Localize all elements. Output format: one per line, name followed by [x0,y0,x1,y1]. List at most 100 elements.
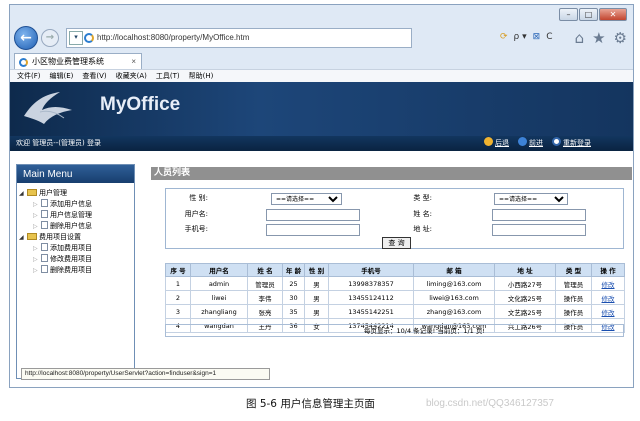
table-cell: 小西路27号 [494,276,556,291]
search-form: 性 别: ==请选择== 类 型: ==请选择== 用户名: 姓 名: 手机号:… [165,188,624,249]
tree-item-add-fee[interactable]: ▷ 添加费用项目 [19,243,134,254]
table-cell: 操作员 [555,290,592,305]
document-icon [41,221,48,229]
address-label: 地 址: [413,225,432,233]
phone-input[interactable] [266,224,360,236]
document-icon [41,254,48,262]
edit-link[interactable]: 修改 [602,309,615,317]
relogin-icon [552,137,561,146]
nav-links: 后退 前进 重新登录 [484,136,591,151]
minimize-button[interactable]: – [559,8,578,21]
search-icon[interactable]: ρ ▾ [514,32,527,42]
menu-edit[interactable]: 编辑(E) [50,70,74,82]
table-cell: liwei@163.com [413,290,495,305]
column-header: 手机号 [328,263,414,277]
table-cell: 3 [165,304,191,319]
query-button[interactable]: 查 询 [382,237,411,249]
table-cell: 李伟 [247,290,283,305]
table-cell: 男 [304,276,329,291]
tree-item-delete-fee[interactable]: ▷ 删除费用项目 [19,265,134,276]
ie-tab-icon [19,58,28,67]
tree-item-label: 添加费用项目 [50,244,92,252]
tab-title: 小区物业费管理系统 [32,57,104,66]
status-bar: http://localhost:8080/property/UserServl… [21,368,270,380]
app-logo: MyOffice [100,94,181,115]
refresh-icon[interactable]: C [546,32,552,42]
table-cell: 30 [282,290,305,305]
menu-favorites[interactable]: 收藏夹(A) [116,70,147,82]
tree-item-label: 添加用户信息 [50,200,92,208]
tree-item-delete-user[interactable]: ▷ 删除用户信息 [19,221,134,232]
tree-group-fees[interactable]: ◢ 费用项目设置 [19,232,134,243]
table-cell: 35 [282,304,305,319]
gender-select[interactable]: ==请选择== [271,193,342,205]
tree-item-label: 修改费用项目 [50,255,92,263]
table-cell: 管理员 [555,276,592,291]
forward-arrow-icon[interactable]: → [41,29,59,47]
bird-logo-icon [24,92,72,124]
close-window-button[interactable]: ✕ [599,8,627,21]
maximize-button[interactable]: □ [579,8,598,21]
column-header: 邮 箱 [413,263,495,277]
table-cell: liming@163.com [413,276,495,291]
nav-forward-link[interactable]: 前进 [529,139,543,147]
nav-forward[interactable]: 前进 [518,136,543,151]
type-select[interactable]: ==请选择== [494,193,568,205]
tree-group-users[interactable]: ◢ 用户管理 [19,188,134,199]
address-input[interactable] [492,224,586,236]
menu-tools[interactable]: 工具(T) [156,70,180,82]
menu-bar: 文件(F) 编辑(E) 查看(V) 收藏夹(A) 工具(T) 帮助(H) [10,69,633,82]
tree-item-add-user[interactable]: ▷ 添加用户信息 [19,199,134,210]
compat-view-icon[interactable]: ⊠ [533,32,541,42]
tree-item-manage-user[interactable]: ▷ 用户信息管理 [19,210,134,221]
tree-item-edit-fee[interactable]: ▷ 修改费用项目 [19,254,134,265]
collapse-triangle-icon[interactable]: ◢ [19,188,27,199]
settings-gear-icon[interactable]: ⚙ [614,29,627,47]
browser-tab[interactable]: 小区物业费管理系统 × [14,53,142,70]
form-row-1: 性 别: ==请选择== 类 型: ==请选择== [166,193,623,208]
name-input[interactable] [492,209,586,221]
collapse-triangle-icon[interactable]: ◢ [19,232,27,243]
security-icon[interactable]: ⟳ [500,32,508,42]
address-tools: ⟳ ρ ▾ ⊠ C [500,32,552,42]
table-cell: 1 [165,276,191,291]
compat-dropdown-icon[interactable]: ▾ [69,31,83,45]
home-icon[interactable]: ⌂ [575,29,585,47]
table-row: 1 admin 管理员 25 男 13998378357 liming@163.com 小西路… [165,276,625,291]
table-cell: 25 [282,276,305,291]
nav-relogin-link[interactable]: 重新登录 [563,139,591,147]
column-header: 年 龄 [282,263,305,277]
browser-window: – □ ✕ ← → ▾ http://localhost:8080/proper… [9,4,634,388]
table-cell: 文艺路25号 [494,304,556,319]
menu-help[interactable]: 帮助(H) [189,70,214,82]
table-cell: zhang@163.com [413,304,495,319]
sidebar: Main Menu ◢ 用户管理 ▷ 添加用户信息 ▷ 用户信息管理 ▷ 删除用户信息 … [16,164,135,379]
table-cell-action: 修改 [591,304,625,319]
back-arrow-icon[interactable]: ← [14,26,38,50]
tree-item-label: 删除用户信息 [50,222,92,230]
edit-link[interactable]: 修改 [602,281,615,289]
pager-text: 每页显示：10/4 条记录! 当前页：1/1 页! [165,324,624,337]
info-bar: 欢迎 管理员--(管理员) 登录 后退 前进 重新登录 [10,136,633,151]
column-header: 用户名 [190,263,248,277]
nav-back-link[interactable]: 后退 [495,139,509,147]
expand-triangle-icon: ▷ [33,201,38,208]
tab-close-icon[interactable]: × [131,54,136,70]
folder-icon [27,189,37,196]
address-bar[interactable]: ▾ http://localhost:8080/property/MyOffic… [66,28,412,48]
nav-relogin[interactable]: 重新登录 [552,136,591,151]
username-input[interactable] [266,209,360,221]
menu-file[interactable]: 文件(F) [17,70,41,82]
table-cell: 13455124112 [328,290,414,305]
nav-back[interactable]: 后退 [484,136,509,151]
table-row: 2 liwei 李伟 30 男 13455124112 liwei@163.com 文化路25… [165,290,625,305]
column-header: 性 别 [304,263,329,277]
tree-item-label: 删除费用项目 [50,266,92,274]
edit-link[interactable]: 修改 [602,295,615,303]
expand-triangle-icon: ▷ [33,256,38,263]
document-icon [41,243,48,251]
menu-view[interactable]: 查看(V) [82,70,106,82]
favorites-icon[interactable]: ★ [592,29,605,47]
menu-tree: ◢ 用户管理 ▷ 添加用户信息 ▷ 用户信息管理 ▷ 删除用户信息 ◢ 费用项目设置 ▷ 添… [17,183,134,276]
table-cell: 管理员 [247,276,283,291]
